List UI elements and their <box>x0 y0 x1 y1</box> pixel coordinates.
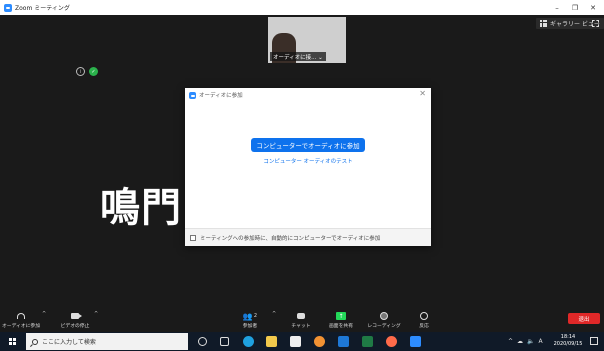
tray-expand-icon[interactable]: ^ <box>508 338 513 345</box>
join-computer-audio-button[interactable]: コンピューターでオーディオに参加 <box>251 138 365 152</box>
app-icon[interactable] <box>386 336 397 347</box>
zoom-taskbar-icon[interactable] <box>410 336 421 347</box>
zoom-logo-icon <box>189 91 196 99</box>
clock-date: 2020/09/15 <box>553 341 583 347</box>
chat-button[interactable]: チャット <box>289 310 313 332</box>
system-tray: ^ ☁ 🔈 A <box>508 332 543 351</box>
meeting-status-icons: i ✓ <box>76 67 98 76</box>
task-view-icon[interactable] <box>220 337 229 346</box>
reactions-button[interactable]: 反応 <box>414 310 434 332</box>
close-button[interactable]: ✕ <box>584 0 602 15</box>
camera-icon <box>71 313 82 319</box>
participant-video-thumbnail[interactable]: オーディオに接... ⌄ <box>268 17 346 63</box>
share-screen-label: 画面を共有 <box>329 324 353 329</box>
search-icon <box>32 338 38 345</box>
dialog-title-bar: オーディオに参加 <box>189 91 243 99</box>
participants-icon: 👥 <box>242 311 253 321</box>
auto-join-checkbox[interactable] <box>190 234 196 241</box>
fullscreen-icon[interactable] <box>592 20 599 27</box>
encryption-shield-icon[interactable]: ✓ <box>89 67 98 76</box>
volume-icon[interactable]: 🔈 <box>527 338 534 345</box>
stop-video-button[interactable]: ビデオの停止 <box>58 310 92 332</box>
record-label: レコーディング <box>367 324 401 329</box>
record-icon <box>380 312 388 320</box>
video-caret-icon[interactable]: ^ <box>94 311 98 317</box>
minimize-button[interactable]: – <box>548 0 566 15</box>
chat-label: チャット <box>291 324 311 329</box>
maximize-button[interactable]: ❐ <box>566 0 584 15</box>
reaction-icon <box>420 312 428 320</box>
audio-caret-icon[interactable]: ^ <box>42 311 46 317</box>
grid-icon <box>540 20 547 27</box>
leave-meeting-button[interactable]: 退出 <box>568 313 600 324</box>
participant-name-label: オーディオに接... ⌄ <box>270 52 326 61</box>
dialog-close-button[interactable]: ✕ <box>419 89 426 98</box>
edge-icon[interactable] <box>243 336 254 347</box>
window-title: Zoom ミーティング <box>15 5 70 12</box>
clock-time: 18:14 <box>560 334 576 340</box>
participants-count: 2 <box>253 313 258 319</box>
ime-indicator[interactable]: A <box>539 338 543 345</box>
test-audio-link[interactable]: コンピューター オーディオのテスト <box>185 157 431 165</box>
headphone-icon <box>17 313 25 319</box>
search-placeholder: ここに入力して検索 <box>42 339 96 346</box>
join-audio-button[interactable]: オーディオに参加 <box>2 310 40 332</box>
store-icon[interactable] <box>290 336 301 347</box>
windows-taskbar: ここに入力して検索 ^ ☁ 🔈 A 18:14 2020/09/15 <box>0 332 604 351</box>
dialog-title: オーディオに参加 <box>199 93 243 99</box>
excel-icon[interactable] <box>362 336 373 347</box>
join-audio-label: オーディオに参加 <box>1 324 41 329</box>
window-title-bar: Zoom ミーティング – ❐ ✕ <box>0 0 604 15</box>
join-audio-dialog: オーディオに参加 ✕ コンピューターでオーディオに参加 コンピューター オーディ… <box>185 88 431 246</box>
taskbar-search-box[interactable]: ここに入力して検索 <box>26 333 188 350</box>
taskbar-clock[interactable]: 18:14 2020/09/15 <box>552 334 584 348</box>
meeting-toolbar: オーディオに参加 ^ ビデオの停止 ^ 👥 2 参加者 ^ チャット ↑ 画面を共… <box>0 310 604 332</box>
auto-join-label: ミーティングへの参加時に、自動的にコンピューターでオーディオに参加 <box>200 235 381 242</box>
windows-start-icon[interactable] <box>9 338 16 345</box>
dialog-footer: ミーティングへの参加時に、自動的にコンピューターでオーディオに参加 <box>185 228 431 246</box>
cortana-icon[interactable] <box>198 337 207 346</box>
mail-icon[interactable] <box>338 336 349 347</box>
record-button[interactable]: レコーディング <box>367 310 401 332</box>
share-screen-icon: ↑ <box>336 312 346 320</box>
stop-video-label: ビデオの停止 <box>60 324 90 329</box>
chat-icon <box>297 313 305 319</box>
notification-icon[interactable] <box>590 337 598 345</box>
chrome-icon[interactable] <box>314 336 325 347</box>
info-icon[interactable]: i <box>76 67 85 76</box>
participants-label: 参加者 <box>242 324 258 329</box>
participants-button[interactable]: 👥 2 参加者 <box>238 310 262 332</box>
zoom-logo-icon <box>4 3 12 12</box>
onedrive-icon[interactable]: ☁ <box>517 338 523 345</box>
participants-caret-icon[interactable]: ^ <box>272 311 276 317</box>
share-screen-button[interactable]: ↑ 画面を共有 <box>326 310 356 332</box>
file-explorer-icon[interactable] <box>266 336 277 347</box>
reactions-label: 反応 <box>419 324 429 329</box>
